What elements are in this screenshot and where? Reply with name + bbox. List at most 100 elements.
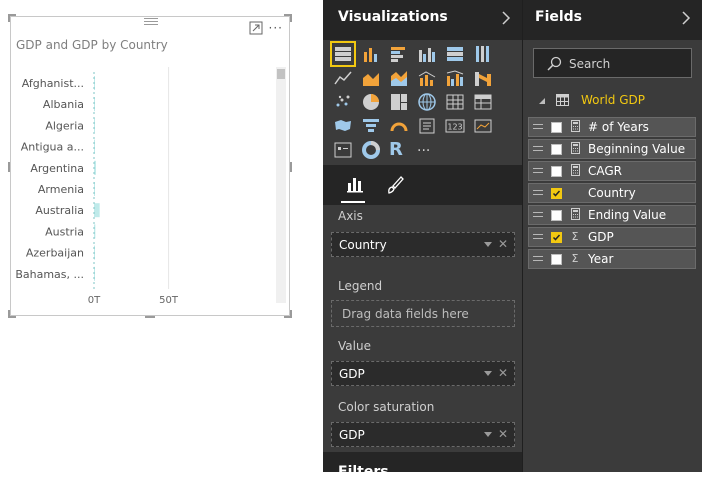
bar-chart-visual[interactable]: ··· GDP and GDP by Country Afghanist... A… bbox=[10, 16, 290, 316]
color-saturation-well[interactable]: GDP ✕ bbox=[331, 422, 515, 447]
drag-handle-icon[interactable] bbox=[533, 146, 543, 154]
card-icon[interactable]: 123 bbox=[445, 116, 465, 136]
resize-handle-bottom[interactable] bbox=[145, 316, 155, 318]
category-label: Azerbaijan bbox=[26, 247, 84, 260]
color-saturation-remove-icon[interactable]: ✕ bbox=[498, 427, 508, 441]
format-paintbrush-icon[interactable] bbox=[383, 173, 407, 197]
fields-search-input[interactable]: Search bbox=[533, 48, 692, 78]
fields-tab-icon[interactable] bbox=[343, 173, 367, 197]
category-label: Bahamas, ... bbox=[15, 268, 84, 281]
drag-handle-icon[interactable] bbox=[533, 168, 543, 176]
calculator-icon bbox=[569, 208, 581, 223]
field-checkbox[interactable] bbox=[551, 166, 562, 177]
gauge-icon[interactable] bbox=[389, 116, 409, 136]
resize-handle-right[interactable] bbox=[290, 162, 292, 172]
category-label: Austria bbox=[45, 225, 84, 238]
field-item[interactable]: Σ GDP bbox=[528, 227, 696, 247]
resize-handle-tl-v[interactable] bbox=[8, 14, 10, 22]
chart-plot: Afghanist... Albania Algeria Antigua a... Ar… bbox=[15, 67, 179, 306]
field-checkbox[interactable] bbox=[551, 144, 562, 155]
field-item[interactable]: Σ Year bbox=[528, 249, 696, 269]
visualizations-pane: Visualizations 123 R ··· Axis Country ✕ Le… bbox=[323, 0, 522, 480]
stacked-bar-icon[interactable] bbox=[330, 41, 356, 67]
chart-scrollbar[interactable] bbox=[276, 67, 286, 303]
table-icon[interactable] bbox=[445, 92, 465, 112]
bar[interactable] bbox=[94, 139, 95, 154]
field-item[interactable]: # of Years bbox=[528, 117, 696, 137]
legend-placeholder: Drag data fields here bbox=[342, 307, 469, 321]
x-tick-label: 0T bbox=[88, 295, 101, 306]
slicer-icon[interactable] bbox=[333, 140, 353, 160]
r-visual-icon[interactable]: R bbox=[389, 140, 409, 160]
line-clustered-column-icon[interactable] bbox=[445, 68, 465, 88]
drag-handle-icon[interactable] bbox=[533, 256, 543, 264]
field-item[interactable]: Ending Value bbox=[528, 205, 696, 225]
funnel-icon[interactable] bbox=[361, 116, 381, 136]
kpi-icon[interactable] bbox=[473, 116, 493, 136]
scatter-chart-icon[interactable] bbox=[333, 92, 353, 112]
resize-handle-bl-v[interactable] bbox=[8, 310, 10, 318]
drag-handle-icon[interactable] bbox=[533, 190, 543, 198]
more-visuals-icon[interactable]: ··· bbox=[417, 140, 437, 160]
100-stacked-bar-icon[interactable] bbox=[445, 44, 465, 64]
report-canvas[interactable]: ··· GDP and GDP by Country Afghanist... A… bbox=[0, 0, 323, 472]
axis-field: Country bbox=[339, 238, 387, 252]
field-name: Year bbox=[588, 252, 614, 266]
multi-row-card-icon[interactable] bbox=[417, 116, 437, 136]
clustered-bar-icon[interactable] bbox=[389, 44, 409, 64]
drag-handle-icon[interactable] bbox=[533, 124, 543, 132]
filters-header[interactable]: Filters bbox=[323, 452, 522, 480]
map-icon[interactable] bbox=[417, 92, 437, 112]
drag-handle-icon[interactable] bbox=[533, 212, 543, 220]
field-checkbox[interactable] bbox=[551, 188, 562, 199]
axis-dropdown-icon[interactable] bbox=[484, 242, 492, 247]
resize-handle-tr-v[interactable] bbox=[290, 14, 292, 22]
field-checkbox[interactable] bbox=[551, 122, 562, 133]
resize-handle-left[interactable] bbox=[8, 162, 10, 172]
axis-well[interactable]: Country ✕ bbox=[331, 232, 515, 257]
field-checkbox[interactable] bbox=[551, 210, 562, 221]
axis-remove-icon[interactable]: ✕ bbox=[498, 237, 508, 251]
bar[interactable] bbox=[94, 224, 96, 239]
treemap-icon[interactable] bbox=[389, 92, 409, 112]
expand-collapse-icon[interactable] bbox=[538, 97, 546, 105]
value-dropdown-icon[interactable] bbox=[484, 371, 492, 376]
line-chart-icon[interactable] bbox=[333, 68, 353, 88]
clustered-column-icon[interactable] bbox=[417, 44, 437, 64]
table-world-gdp[interactable]: World GDP bbox=[538, 92, 698, 110]
category-label: Armenia bbox=[38, 183, 84, 196]
field-item[interactable]: Country bbox=[528, 183, 696, 203]
calculator-icon bbox=[569, 142, 581, 157]
table-name: World GDP bbox=[581, 93, 645, 107]
stacked-area-icon[interactable] bbox=[389, 68, 409, 88]
legend-well[interactable]: Drag data fields here bbox=[331, 300, 515, 327]
ribbon-chart-icon[interactable] bbox=[473, 68, 493, 88]
collapse-fields-icon[interactable] bbox=[680, 10, 692, 26]
field-checkbox[interactable] bbox=[551, 232, 562, 243]
bar[interactable] bbox=[94, 118, 95, 133]
field-item[interactable]: Beginning Value bbox=[528, 139, 696, 159]
field-name: Beginning Value bbox=[588, 142, 686, 156]
table-icon bbox=[556, 94, 569, 106]
collapse-visualizations-icon[interactable] bbox=[500, 10, 512, 26]
field-checkbox[interactable] bbox=[551, 254, 562, 265]
area-chart-icon[interactable] bbox=[361, 68, 381, 88]
search-icon bbox=[547, 56, 562, 71]
value-well[interactable]: GDP ✕ bbox=[331, 361, 515, 386]
axis-label: Axis bbox=[338, 209, 363, 223]
resize-handle-br-v[interactable] bbox=[290, 310, 292, 318]
pie-chart-icon[interactable] bbox=[361, 92, 381, 112]
color-saturation-dropdown-icon[interactable] bbox=[484, 432, 492, 437]
bar[interactable] bbox=[94, 203, 100, 218]
field-item[interactable]: CAGR bbox=[528, 161, 696, 181]
line-column-icon[interactable] bbox=[417, 68, 437, 88]
stacked-column-icon[interactable] bbox=[361, 44, 381, 64]
100-stacked-column-icon[interactable] bbox=[473, 44, 493, 64]
drag-handle-icon[interactable] bbox=[533, 234, 543, 242]
bar[interactable] bbox=[94, 97, 95, 112]
matrix-icon[interactable] bbox=[473, 92, 493, 112]
filled-map-icon[interactable] bbox=[333, 116, 353, 136]
value-remove-icon[interactable]: ✕ bbox=[498, 366, 508, 380]
donut-chart-icon[interactable] bbox=[361, 140, 381, 160]
chart-scrollbar-thumb[interactable] bbox=[277, 69, 285, 79]
